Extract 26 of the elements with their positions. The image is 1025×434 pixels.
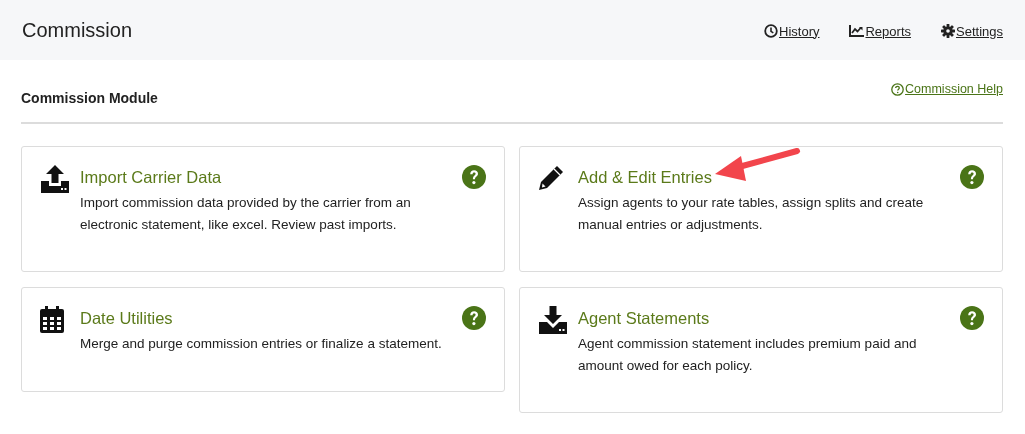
- line-chart-icon: [849, 25, 865, 37]
- section-title: Commission Module: [21, 89, 158, 106]
- calendar-icon: [40, 306, 64, 333]
- header-link[interactable]: Settings: [941, 23, 1003, 39]
- help-icon[interactable]: [960, 306, 984, 330]
- card-description: Assign agents to your rate tables, assign splits and create manual entries or adjustments.: [578, 194, 925, 234]
- card-title-link[interactable]: Agent Statements: [578, 308, 710, 328]
- card-description: Agent commission statement includes premium paid and amount owed for each policy.: [578, 335, 918, 375]
- page-title: Commission: [22, 18, 133, 42]
- card-title-link[interactable]: Add & Edit Entries: [578, 167, 712, 187]
- download-icon: [538, 306, 568, 334]
- header-link[interactable]: History: [764, 23, 820, 39]
- help-icon[interactable]: [960, 165, 984, 189]
- card-description: Merge and purge commission entries or finalize a statement.: [80, 335, 443, 353]
- gear-icon: [941, 24, 955, 38]
- card-title-link[interactable]: Date Utilities: [80, 308, 173, 328]
- upload-icon: [40, 165, 70, 193]
- help-icon: [891, 82, 905, 96]
- header-link[interactable]: Reports: [849, 23, 911, 39]
- card-title-link[interactable]: Import Carrier Data: [80, 167, 222, 187]
- pencil-icon: [538, 165, 564, 191]
- help-icon[interactable]: [462, 165, 486, 189]
- help-link[interactable]: Commission Help: [891, 82, 1003, 100]
- card-description: Import commission data provided by the carrier from an electronic statement, like excel. Review past imports.: [80, 194, 412, 234]
- help-icon[interactable]: [462, 306, 486, 330]
- clock-icon: [764, 24, 779, 38]
